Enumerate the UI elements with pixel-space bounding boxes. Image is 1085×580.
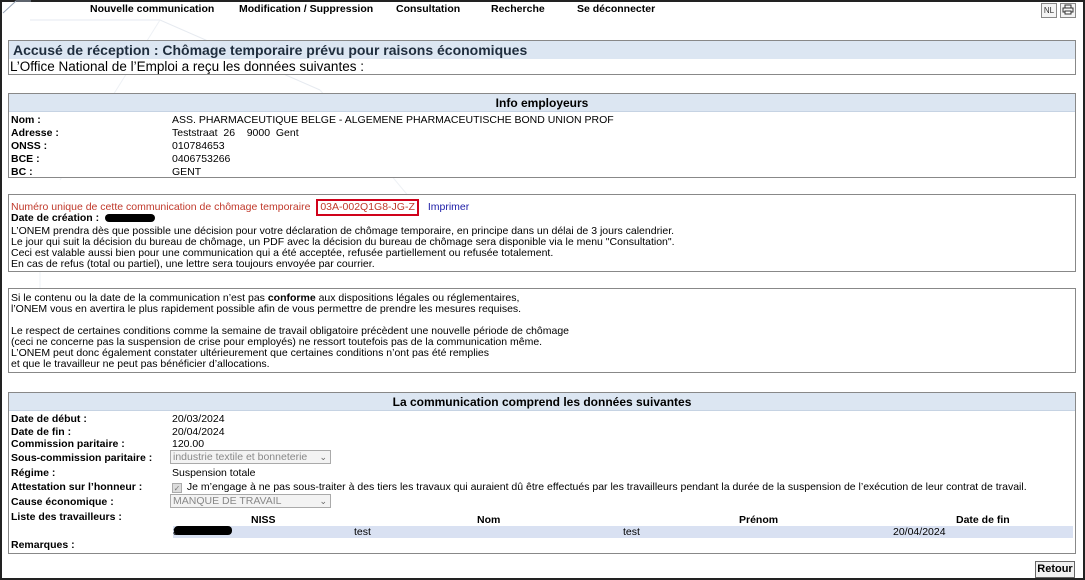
regime-label: Régime : [11,467,56,479]
col-nom: Nom [477,514,501,526]
subcommission-select[interactable]: industrie textile et bonneterie ⌄ [170,450,331,464]
attestation-text: Je m’engage à ne pas sous-traiter à des … [186,481,1027,493]
employer-info-box: Info employeurs Nom : ASS. PHARMACEUTIQU… [8,93,1076,178]
employer-section-title: Info employeurs [9,94,1075,112]
creation-date-redacted [105,214,156,223]
nav-recherche[interactable]: Recherche [491,3,545,15]
worker-nom: test [354,526,371,538]
unique-number-value: 03A-002Q1G8-JG-Z [316,199,419,216]
retour-button[interactable]: Retour [1035,561,1075,578]
communication-box: Numéro unique de cette communication de … [8,194,1076,272]
attestation-field: ✓ Je m’engage à ne pas sous-traiter à de… [172,481,1027,493]
employer-bce-value: 0406753266 [172,153,231,165]
notice-box: Si le contenu ou la date de la communica… [8,288,1076,373]
logo-icon [2,0,31,14]
worker-prenom: test [623,526,640,538]
notice-line-2: l’ONEM vous en avertira le plus rapideme… [11,303,522,315]
creation-date-label: Date de création : [11,212,100,224]
col-date-fin: Date de fin [956,514,1010,526]
chevron-down-icon: ⌄ [319,496,327,506]
communication-line-4: En cas de refus (total ou partiel), une … [11,258,375,270]
print-link[interactable]: Imprimer [428,201,469,213]
language-nl-button[interactable]: NL [1041,3,1057,18]
employer-bc-label: BC : [11,166,33,178]
nav-nouvelle-communication[interactable]: Nouvelle communication [90,3,214,15]
attestation-label: Attestation sur l’honneur : [11,481,143,493]
workers-label: Liste des travailleurs : [11,511,122,523]
regime-value: Suspension totale [172,467,256,479]
nav-consultation[interactable]: Consultation [396,3,460,15]
page-subtitle: L’Office National de l’Emploi a reçu les… [10,59,364,74]
nav-se-deconnecter[interactable]: Se déconnecter [577,3,655,15]
cause-label: Cause économique : [11,496,114,508]
employer-name-value: ASS. PHARMACEUTIQUE BELGE - ALGEMENE PHA… [172,114,614,126]
page-title: Accusé de réception : Chômage temporaire… [9,41,1075,59]
employer-onss-label: ONSS : [11,140,48,152]
nav-modification-suppression[interactable]: Modification / Suppression [239,3,373,15]
chevron-down-icon: ⌄ [319,452,327,462]
commission-label: Commission paritaire : [11,438,125,450]
employer-address-label: Adresse : [11,127,59,139]
cause-select[interactable]: MANQUE DE TRAVAIL ⌄ [170,494,331,508]
header-box: Accusé de réception : Chômage temporaire… [8,40,1076,75]
attestation-checkbox[interactable]: ✓ [172,483,182,493]
worker-date-fin: 20/04/2024 [893,526,946,538]
employer-name-label: Nom : [11,114,41,126]
table-row: 85 test test 20/04/2024 [173,526,1073,538]
col-prenom: Prénom [739,514,779,526]
end-date-value: 20/04/2024 [172,426,225,438]
notice-line-6: et que le travailleur ne peut pas bénéfi… [11,358,270,370]
commission-value: 120.00 [172,438,205,450]
start-date-value: 20/03/2024 [172,413,225,425]
remarks-label: Remarques : [11,539,75,551]
end-date-label: Date de fin : [11,426,72,438]
start-date-label: Date de début : [11,413,87,425]
details-section-title: La communication comprend les données su… [9,393,1075,411]
subcommission-select-value: industrie textile et bonneterie [173,451,308,463]
printer-icon[interactable] [1060,3,1076,18]
employer-bc-value: GENT [172,166,202,178]
creation-date-row: Date de création : [11,212,156,224]
employer-onss-value: 010784653 [172,140,225,152]
details-box: La communication comprend les données su… [8,392,1076,554]
employer-address-value: Teststraat 26 9000 Gent [172,127,299,139]
employer-bce-label: BCE : [11,153,40,165]
cause-select-value: MANQUE DE TRAVAIL [173,495,282,507]
subcommission-label: Sous-commission paritaire : [11,452,153,464]
niss-redacted [174,526,232,535]
workers-table-header: NISS Nom Prénom Date de fin [173,514,1073,526]
col-niss: NISS [251,514,276,526]
